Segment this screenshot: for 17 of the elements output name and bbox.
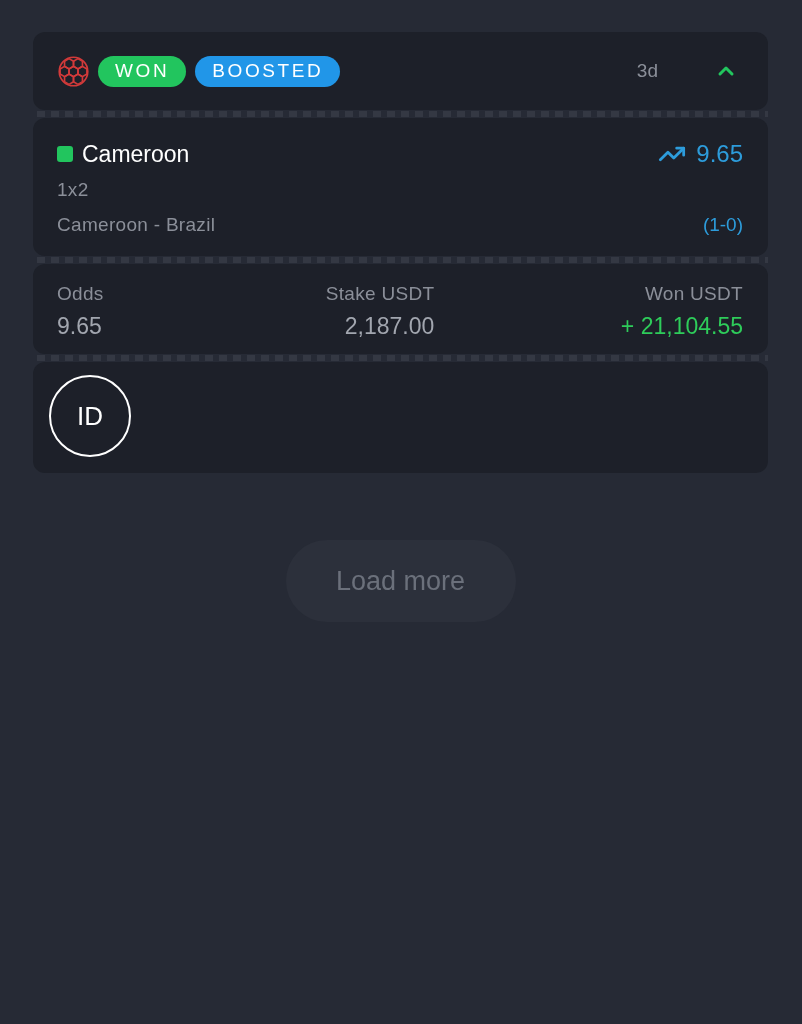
event-name: Cameroon - Brazil	[57, 214, 216, 236]
soccer-ball-icon	[58, 55, 89, 87]
boosted-badge: BOOSTED	[195, 55, 341, 87]
summary-label: Odds	[57, 283, 104, 305]
selection-odds: 9.65	[696, 140, 743, 168]
summary-label: Won USDT	[644, 283, 743, 305]
selection-name: Cameroon	[82, 140, 190, 168]
summary-label: Stake USDT	[325, 283, 435, 305]
load-more-button[interactable]: Load more	[285, 540, 516, 622]
market-name: 1x2	[57, 179, 89, 200]
match-score: (1-0)	[702, 214, 743, 236]
bet-age: 3d	[636, 60, 658, 82]
summary-value: 9.65	[57, 313, 102, 340]
summary-value: 2,187.00	[344, 313, 435, 340]
summary-value: + 21,104.55	[620, 313, 743, 340]
status-badge: WON	[98, 55, 187, 87]
user-avatar: ID	[49, 375, 131, 457]
